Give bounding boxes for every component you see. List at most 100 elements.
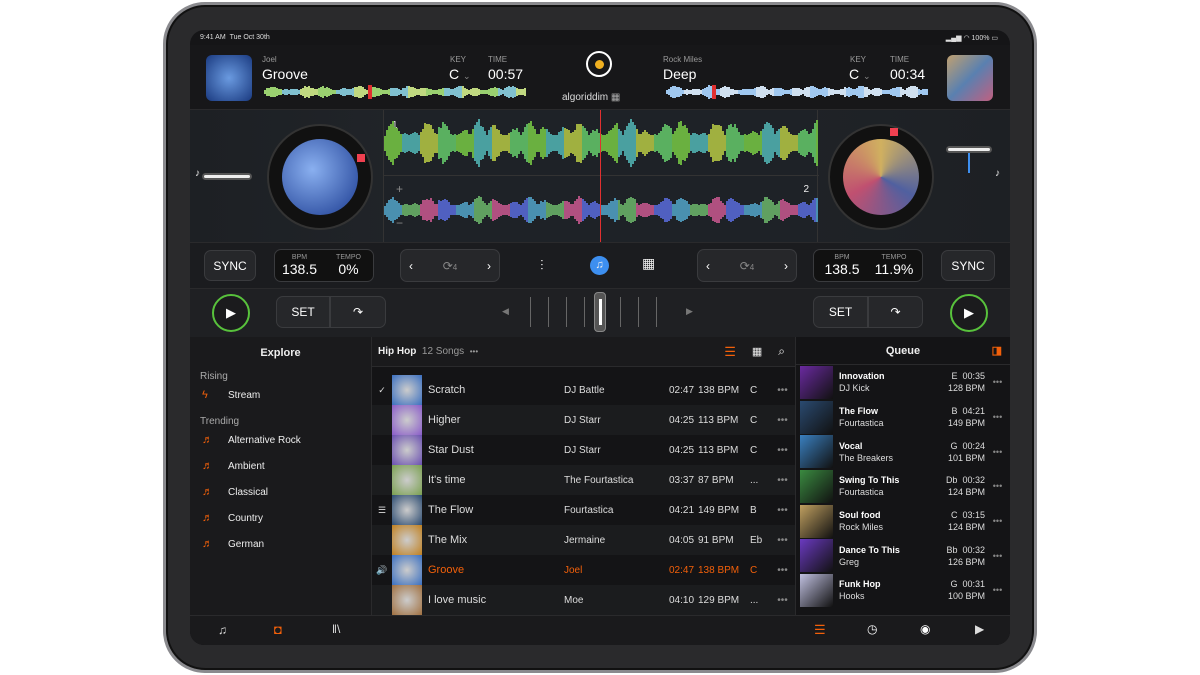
tab-queue-icon[interactable]: ☰: [814, 622, 826, 638]
sidebar-item-trending[interactable]: ♬ Country: [190, 505, 371, 531]
song-bpm: 91 BPM: [698, 535, 750, 546]
song-row[interactable]: Star Dust DJ Starr 04:25 113 BPM C •••: [372, 435, 795, 465]
queue-item[interactable]: The Flow Fourtastica B 04:21 149 BPM •••: [796, 400, 1010, 435]
record-button[interactable]: [586, 51, 612, 77]
queue-item[interactable]: Swing To This Fourtastica Db 00:32 124 BPM •…: [796, 469, 1010, 504]
right-turntable[interactable]: [828, 124, 934, 230]
song-row[interactable]: It's time The Fourtastica 03:37 87 BPM... ••…: [372, 465, 795, 495]
queue-item[interactable]: Funk Hop Hooks G 00:31 100 BPM •••: [796, 573, 1010, 608]
song-more-button[interactable]: •••: [770, 505, 795, 516]
left-play-button[interactable]: ▶: [212, 294, 250, 332]
queue-more-button[interactable]: •••: [985, 551, 1010, 561]
chevron-down-icon: ⌄: [863, 71, 871, 81]
left-key-select[interactable]: C ⌄: [449, 66, 471, 82]
crossfader-handle[interactable]: [594, 292, 606, 332]
song-more-button[interactable]: •••: [770, 565, 795, 576]
left-pitch-slider[interactable]: [202, 173, 252, 180]
zoom-out-icon[interactable]: −: [396, 216, 403, 230]
song-row[interactable]: Higher DJ Starr 04:25 113 BPM C •••: [372, 405, 795, 435]
playlist-more-button[interactable]: •••: [470, 347, 478, 356]
chevron-right-icon[interactable]: ›: [487, 259, 491, 273]
tab-history-icon[interactable]: ◷: [867, 622, 877, 636]
left-overview-waveform[interactable]: [264, 85, 526, 99]
loop-icon[interactable]: ⟳4: [443, 259, 458, 273]
queue-item[interactable]: Innovation DJ Kick E 00:35 128 BPM •••: [796, 365, 1010, 400]
left-set-cue-button[interactable]: SET: [276, 296, 330, 328]
left-jump-cue-icon[interactable]: ↷: [330, 296, 386, 328]
search-icon[interactable]: ⌕: [778, 344, 785, 359]
song-row[interactable]: I love music Moe 04:10 129 BPM... •••: [372, 585, 795, 615]
song-row[interactable]: ☰ The Flow Fourtastica 04:21 149 BPM B •••: [372, 495, 795, 525]
queue-artist: DJ Kick: [839, 383, 870, 393]
crossfader-right-icon[interactable]: ▶: [686, 306, 693, 317]
crossfader-left-icon[interactable]: ◀: [502, 306, 509, 317]
song-more-button[interactable]: •••: [770, 445, 795, 456]
sidebar-item-trending[interactable]: ♬ Alternative Rock: [190, 427, 371, 453]
queue-more-button[interactable]: •••: [985, 412, 1010, 422]
queue-artwork: [800, 539, 833, 572]
song-artwork: [392, 525, 422, 555]
song-more-button[interactable]: •••: [770, 595, 795, 606]
song-title: I love music: [422, 594, 564, 606]
grid-view-icon[interactable]: ▦: [752, 345, 762, 358]
zoom-in-icon[interactable]: +: [396, 182, 403, 196]
song-more-button[interactable]: •••: [770, 535, 795, 546]
queue-item[interactable]: Vocal The Breakers G 00:24 101 BPM •••: [796, 434, 1010, 469]
loop-icon[interactable]: ⟳4: [740, 259, 755, 273]
queue-artwork: [800, 574, 833, 607]
song-more-button[interactable]: •••: [770, 385, 795, 396]
right-jump-cue-icon[interactable]: ↷: [868, 296, 923, 328]
right-overview-waveform[interactable]: [666, 85, 928, 99]
mixer-icon[interactable]: ⫶: [540, 257, 544, 274]
queue-more-button[interactable]: •••: [985, 585, 1010, 595]
sidebar-item-trending[interactable]: ♬ Ambient: [190, 453, 371, 479]
tab-explore-icon[interactable]: ◘: [274, 622, 282, 637]
right-key-select[interactable]: C ⌄: [849, 66, 871, 82]
queue-more-button[interactable]: •••: [985, 516, 1010, 526]
music-mode-icon[interactable]: ♫: [590, 256, 609, 275]
song-artwork: [392, 405, 422, 435]
song-row[interactable]: 🔊 Groove Joel 02:47 138 BPM C •••: [372, 555, 795, 585]
chevron-left-icon[interactable]: ‹: [706, 259, 710, 273]
right-sync-button[interactable]: SYNC: [941, 250, 995, 281]
queue-more-button[interactable]: •••: [985, 481, 1010, 491]
tab-library-icon[interactable]: ‖\: [332, 622, 340, 636]
sidebar-item-trending[interactable]: ♬ Classical: [190, 479, 371, 505]
chevron-right-icon[interactable]: ›: [784, 259, 788, 273]
tab-video-icon[interactable]: ▶: [975, 622, 984, 636]
tab-playlists-icon[interactable]: ♫: [218, 623, 227, 637]
right-set-cue-button[interactable]: SET: [813, 296, 868, 328]
list-view-icon[interactable]: ☰: [724, 344, 736, 360]
waveform-bar: [816, 198, 818, 223]
bpm-label: BPM: [275, 254, 324, 261]
queue-panel-toggle-icon[interactable]: ◨: [992, 337, 1002, 365]
chevron-left-icon[interactable]: ‹: [409, 259, 413, 273]
left-deck-artwork[interactable]: [206, 55, 252, 101]
song-more-button[interactable]: •••: [770, 475, 795, 486]
right-bpm-tempo[interactable]: BPM 138.5 TEMPO 11.9%: [813, 249, 923, 282]
queue-more-button[interactable]: •••: [985, 377, 1010, 387]
sidebar-item-trending[interactable]: ♬ German: [190, 531, 371, 557]
right-deck-artwork[interactable]: [947, 55, 993, 101]
pads-grid-icon[interactable]: ▦: [642, 255, 655, 272]
right-play-button[interactable]: ▶: [950, 294, 988, 332]
left-key: C: [449, 66, 459, 82]
left-bpm-tempo[interactable]: BPM 138.5 TEMPO 0%: [274, 249, 374, 282]
right-pitch-slider[interactable]: [946, 146, 992, 153]
deck-header: Joel Groove KEY C ⌄ TIME 00:57 algoriddi…: [190, 45, 1010, 110]
song-row[interactable]: The Mix Jermaine 04:05 91 BPM Eb •••: [372, 525, 795, 555]
song-more-button[interactable]: •••: [770, 415, 795, 426]
tab-automix-icon[interactable]: ◉: [920, 622, 930, 636]
left-sync-button[interactable]: SYNC: [204, 250, 256, 281]
song-artwork: [392, 375, 422, 405]
crossfader-tick: [584, 297, 585, 327]
sidebar-item-stream[interactable]: ϟ Stream: [190, 382, 371, 408]
waveform-display[interactable]: 1 + − 2: [383, 110, 818, 242]
queue-item[interactable]: Soul food Rock Miles C 03:15 124 BPM •••: [796, 504, 1010, 539]
song-key: B: [750, 505, 770, 516]
queue-item[interactable]: Dance To This Greg Bb 00:32 126 BPM •••: [796, 538, 1010, 573]
explore-title: Explore: [190, 337, 371, 371]
song-row[interactable]: ✓ Scratch DJ Battle 02:47 138 BPM C •••: [372, 375, 795, 405]
queue-more-button[interactable]: •••: [985, 447, 1010, 457]
left-turntable[interactable]: [267, 124, 373, 230]
